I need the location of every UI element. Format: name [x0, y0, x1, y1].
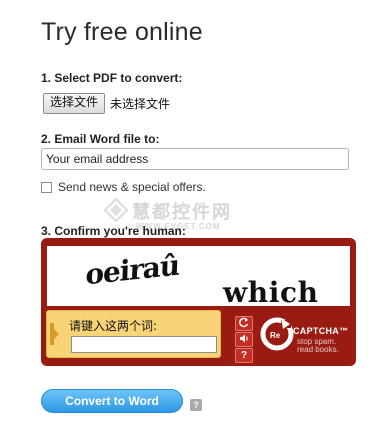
- watermark-logo-icon: [104, 198, 128, 222]
- captcha-word-1: oeiraû: [85, 248, 181, 291]
- recaptcha-widget: oeiraû which 请键入这两个词: ? Re CAPTCHA™ stop…: [41, 238, 356, 366]
- news-option: Send news & special offers.: [41, 180, 206, 194]
- news-checkbox[interactable]: [41, 181, 52, 193]
- recaptcha-tagline: stop spam. read books.: [297, 338, 339, 354]
- reload-icon[interactable]: [235, 316, 253, 331]
- step2-label: 2. Email Word file to:: [41, 132, 160, 146]
- captcha-prompt-box: 请键入这两个词:: [46, 310, 221, 358]
- recaptcha-brand-name: CAPTCHA™: [293, 326, 349, 336]
- page-title: Try free online: [41, 18, 203, 46]
- captcha-word-2: which: [222, 276, 318, 306]
- captcha-response-input[interactable]: [71, 336, 217, 353]
- news-checkbox-label[interactable]: Send news & special offers.: [58, 180, 206, 194]
- captcha-image: oeiraû which: [47, 246, 350, 306]
- file-picker: 选择文件 未选择文件: [43, 93, 170, 114]
- recaptcha-brand-prefix: Re: [270, 331, 281, 340]
- audio-icon[interactable]: [235, 332, 253, 347]
- watermark-text: 慧都控件网: [132, 202, 232, 222]
- email-field[interactable]: Your email address: [41, 148, 349, 170]
- arrow-right-icon: [50, 323, 59, 345]
- step3-label: 3. Confirm you're human:: [41, 224, 186, 238]
- file-status-text: 未选择文件: [110, 97, 171, 111]
- choose-file-button[interactable]: 选择文件: [43, 93, 106, 114]
- step1-label: 1. Select PDF to convert:: [41, 71, 183, 85]
- help-question-icon[interactable]: ?: [190, 399, 202, 411]
- recaptcha-logo: Re CAPTCHA™ stop spam. read books.: [259, 314, 353, 360]
- convert-to-word-button[interactable]: Convert to Word: [41, 389, 183, 413]
- help-icon[interactable]: ?: [235, 348, 253, 363]
- captcha-prompt: 请键入这两个词:: [69, 319, 158, 333]
- recaptcha-tagline-2: read books.: [297, 345, 339, 354]
- recaptcha-ring-icon: Re: [260, 317, 294, 351]
